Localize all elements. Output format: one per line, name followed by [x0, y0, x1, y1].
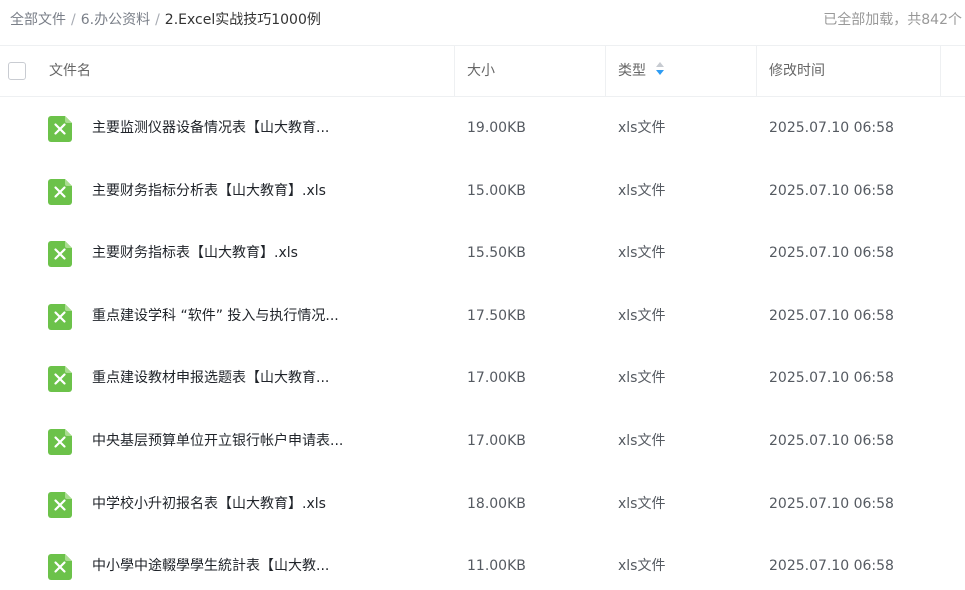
- breadcrumb-separator: /: [155, 12, 160, 28]
- file-name[interactable]: 主要监测仪器设备情况表【山大教育...: [92, 97, 442, 160]
- column-divider[interactable]: [605, 46, 606, 96]
- file-type: xls文件: [618, 370, 666, 387]
- file-row[interactable]: 中学校小升初报名表【山大教育】.xls 18.00KB xls文件 2025.07.1…: [0, 473, 965, 536]
- file-row[interactable]: 主要财务指标分析表【山大教育】.xls 15.00KB xls文件 2025.07.1…: [0, 160, 965, 223]
- excel-file-icon: [48, 554, 72, 581]
- file-modified-time: 2025.07.10 06:58: [769, 370, 894, 387]
- file-row[interactable]: 主要财务指标表【山大教育】.xls 15.50KB xls文件 2025.07.10 …: [0, 222, 965, 285]
- file-modified-time: 2025.07.10 06:58: [769, 432, 894, 449]
- file-modified-time: 2025.07.10 06:58: [769, 245, 894, 262]
- file-name[interactable]: 中央基层预算单位开立银行帐户申请表...: [92, 410, 442, 473]
- file-type: xls文件: [618, 120, 666, 136]
- top-bar: 全部文件/6.办公资料/2.Excel实战技巧1000例 已全部加载，共842个: [0, 0, 965, 40]
- select-all-checkbox[interactable]: [8, 62, 26, 80]
- file-modified-time: 2025.07.10 06:58: [769, 307, 894, 324]
- excel-file-icon: [48, 366, 72, 393]
- file-name[interactable]: 中学校小升初报名表【山大教育】.xls: [92, 473, 442, 536]
- sort-arrows-icon[interactable]: [656, 62, 664, 76]
- column-divider[interactable]: [756, 46, 757, 96]
- file-modified-time: 2025.07.10 06:58: [769, 558, 894, 575]
- breadcrumb: 全部文件/6.办公资料/2.Excel实战技巧1000例: [10, 10, 321, 30]
- excel-file-icon: [48, 303, 72, 330]
- file-type: xls文件: [618, 432, 666, 449]
- file-row[interactable]: 重点建设学科 “软件” 投入与执行情况... 17.50KB xls文件 2025.0…: [0, 285, 965, 348]
- column-header-modified[interactable]: 修改时间: [769, 46, 825, 96]
- file-row[interactable]: 主要监测仪器设备情况表【山大教育... 19.00KB xls文件 2025.07.1…: [0, 97, 965, 160]
- file-row[interactable]: 重点建设教材申报选题表【山大教育... 17.00KB xls文件 2025.07.1…: [0, 347, 965, 410]
- column-header-name[interactable]: 文件名: [49, 46, 91, 96]
- file-name[interactable]: 主要财务指标分析表【山大教育】.xls: [92, 160, 442, 223]
- file-name[interactable]: 主要财务指标表【山大教育】.xls: [92, 222, 442, 285]
- excel-file-icon: [48, 178, 72, 205]
- file-type: xls文件: [618, 307, 666, 324]
- file-size: 11.00KB: [467, 558, 526, 575]
- file-size: 17.50KB: [467, 307, 526, 324]
- column-header-type-label: 类型: [618, 63, 646, 79]
- file-type: xls文件: [618, 182, 666, 199]
- table-header: 文件名 大小 类型 修改时间: [0, 45, 965, 97]
- excel-file-icon: [48, 116, 72, 142]
- file-type: xls文件: [618, 495, 666, 512]
- breadcrumb-separator: /: [71, 12, 76, 28]
- breadcrumb-office-materials[interactable]: 6.办公资料: [81, 12, 150, 28]
- file-name[interactable]: 重点建设学科 “软件” 投入与执行情况...: [92, 285, 442, 348]
- column-header-type[interactable]: 类型: [618, 46, 664, 96]
- load-status-text: 已全部加载，共842个: [823, 12, 962, 28]
- file-type: xls文件: [618, 245, 666, 262]
- file-list: 主要监测仪器设备情况表【山大教育... 19.00KB xls文件 2025.07.1…: [0, 97, 965, 590]
- file-row[interactable]: 中小學中途輟學學生統計表【山大教... 11.00KB xls文件 2025.07.1…: [0, 535, 965, 590]
- file-name[interactable]: 中小學中途輟學學生統計表【山大教...: [92, 535, 442, 590]
- file-size: 15.00KB: [467, 182, 526, 199]
- column-header-size-label: 大小: [467, 63, 495, 79]
- file-row[interactable]: 中央基层预算单位开立银行帐户申请表... 17.00KB xls文件 2025.07.…: [0, 410, 965, 473]
- file-size: 19.00KB: [467, 120, 526, 136]
- file-modified-time: 2025.07.10 06:58: [769, 495, 894, 512]
- file-size: 17.00KB: [467, 432, 526, 449]
- column-header-modified-label: 修改时间: [769, 63, 825, 79]
- breadcrumb-current-folder: 2.Excel实战技巧1000例: [164, 12, 321, 28]
- column-divider[interactable]: [940, 46, 941, 96]
- excel-file-icon: [48, 491, 72, 518]
- excel-file-icon: [48, 241, 72, 268]
- column-header-size[interactable]: 大小: [467, 46, 495, 96]
- file-type: xls文件: [618, 558, 666, 575]
- column-header-name-label: 文件名: [49, 63, 91, 79]
- file-size: 17.00KB: [467, 370, 526, 387]
- file-modified-time: 2025.07.10 06:58: [769, 182, 894, 199]
- file-modified-time: 2025.07.10 06:58: [769, 120, 894, 136]
- file-size: 18.00KB: [467, 495, 526, 512]
- column-divider[interactable]: [454, 46, 455, 96]
- file-size: 15.50KB: [467, 245, 526, 262]
- excel-file-icon: [48, 428, 72, 455]
- breadcrumb-all-files[interactable]: 全部文件: [10, 12, 66, 28]
- file-name[interactable]: 重点建设教材申报选题表【山大教育...: [92, 347, 442, 410]
